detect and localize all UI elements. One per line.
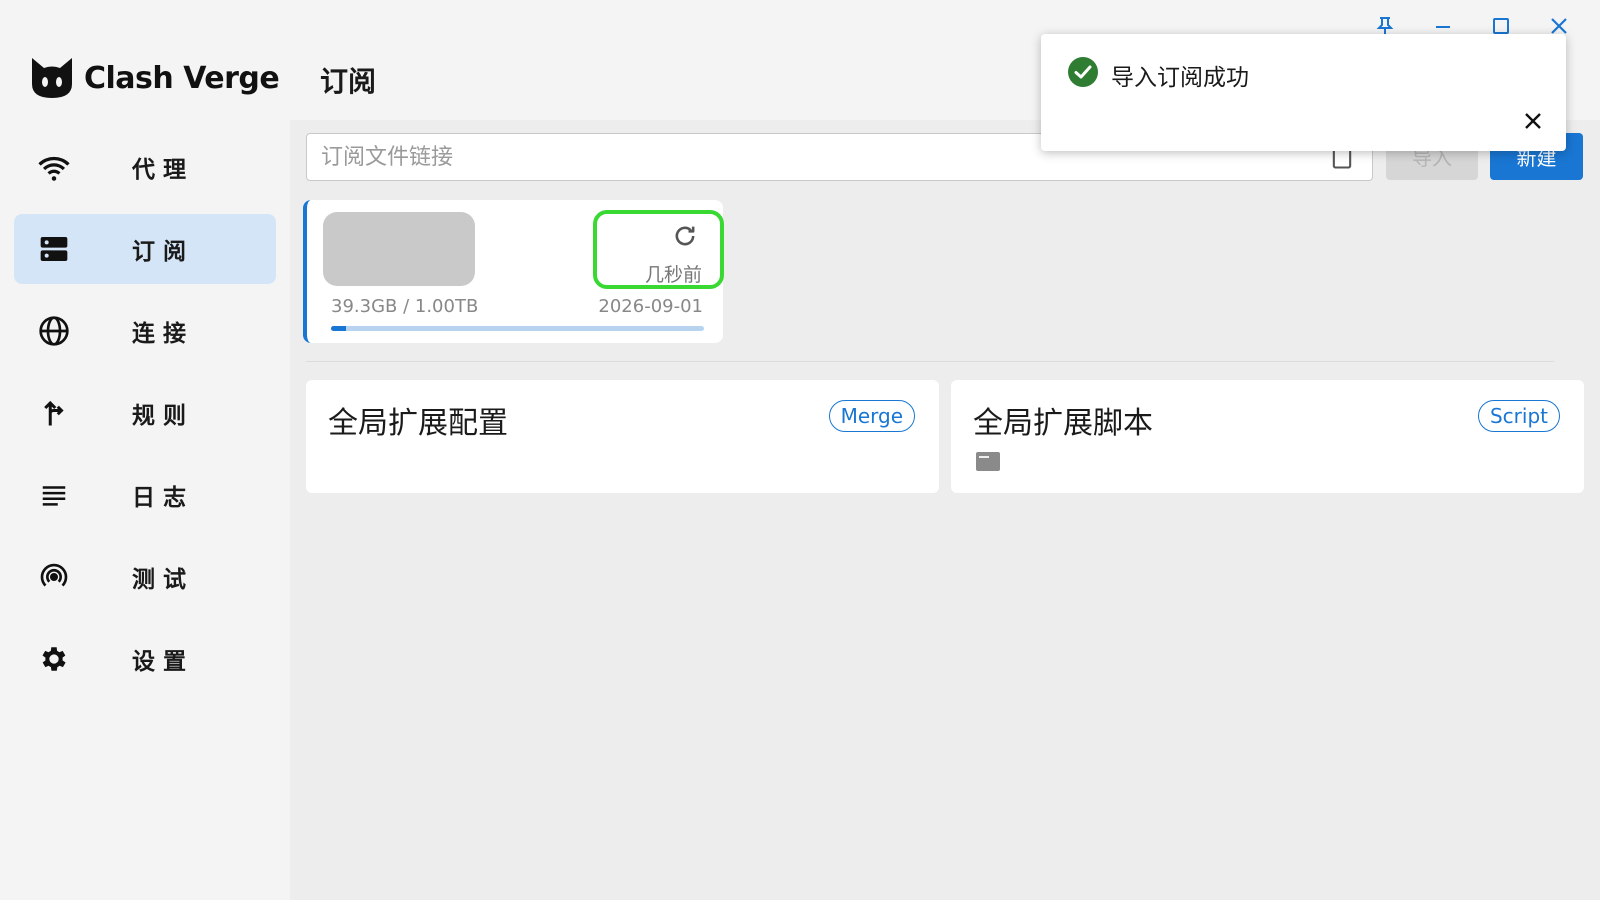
sidebar-item-label: 设置 [132,649,194,675]
check-circle-icon [1068,57,1098,87]
cat-logo-icon [32,58,72,98]
sidebar-item-profiles[interactable]: 订阅 [14,214,276,284]
profile-expire-date: 2026-09-01 [598,296,703,317]
sidebar-item-label: 连接 [132,321,194,347]
profile-card[interactable]: 几秒前 39.3GB / 1.00TB 2026-09-01 [303,200,724,343]
pin-icon [1376,17,1394,35]
toast-message: 导入订阅成功 [1111,65,1249,91]
fork-arrow-icon [36,395,72,431]
profile-name-placeholder [323,212,475,286]
sidebar-item-label: 订阅 [132,239,194,265]
sidebar-nav: 代理 订阅 连接 规则 日志 测试 设置 [14,132,276,706]
sidebar-item-settings[interactable]: 设置 [14,624,276,694]
usage-progress-fill [331,326,346,331]
broadcast-icon [36,559,72,595]
minimize-icon [1436,26,1450,28]
maximize-icon [1493,18,1509,34]
sidebar-item-test[interactable]: 测试 [14,542,276,612]
gear-icon [36,641,72,677]
sidebar: Clash Verge 代理 订阅 连接 规则 日志 测试 设置 [0,0,290,900]
brand: Clash Verge [28,54,280,102]
profile-updated-time: 几秒前 [644,264,702,286]
script-tag: Script [1477,400,1560,432]
merge-tag: Merge [828,400,915,432]
global-script-title: 全局扩展脚本 [973,406,1153,441]
sidebar-item-label: 日志 [132,485,194,511]
dns-icon [36,231,72,267]
page-title: 订阅 [320,65,377,98]
profile-usage: 39.3GB / 1.00TB [331,296,479,317]
toast-close-icon[interactable] [1522,110,1544,132]
profile-update-area[interactable]: 几秒前 [593,210,724,289]
list-icon [36,477,72,513]
sidebar-item-label: 代理 [132,157,194,183]
sidebar-item-logs[interactable]: 日志 [14,460,276,530]
close-icon [1551,18,1567,34]
global-script-card[interactable]: 全局扩展脚本 Script [951,380,1584,493]
sidebar-item-label: 规则 [132,403,194,429]
app-name: Clash Verge [84,60,280,96]
usage-progress-bar [331,326,704,331]
global-merge-title: 全局扩展配置 [328,406,508,441]
sidebar-item-label: 测试 [132,567,194,593]
refresh-icon[interactable] [671,222,699,250]
success-toast: 导入订阅成功 [1041,34,1566,151]
folder-icon[interactable] [975,450,1001,472]
globe-icon [36,313,72,349]
wifi-icon [36,149,72,185]
sidebar-item-rules[interactable]: 规则 [14,378,276,448]
sidebar-item-proxy[interactable]: 代理 [14,132,276,202]
global-merge-card[interactable]: 全局扩展配置 Merge [306,380,939,493]
sidebar-item-connections[interactable]: 连接 [14,296,276,366]
divider [306,361,1554,362]
